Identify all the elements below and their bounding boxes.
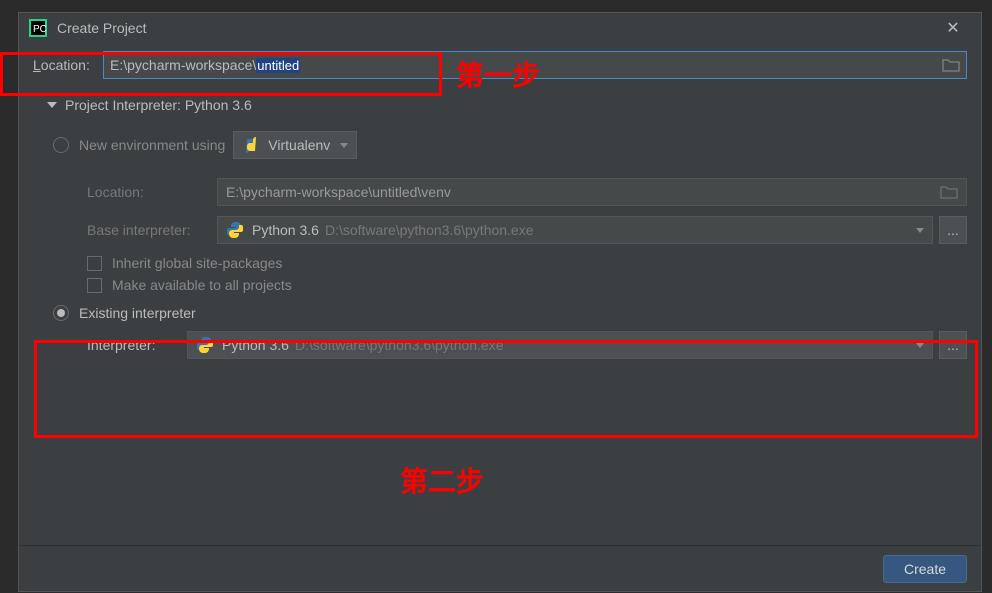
interpreter-section-header[interactable]: Project Interpreter: Python 3.6 bbox=[33, 97, 967, 113]
new-environment-radio-label: New environment using bbox=[79, 137, 225, 153]
base-interpreter-label: Base interpreter: bbox=[87, 222, 217, 238]
pycharm-icon: PC bbox=[27, 17, 49, 39]
virtualenv-dropdown-label: Virtualenv bbox=[268, 137, 330, 153]
create-project-dialog: PC Create Project ✕ Location: E:\pycharm… bbox=[18, 12, 982, 592]
virtualenv-dropdown[interactable]: Virtualenv bbox=[233, 131, 357, 159]
python-icon bbox=[226, 221, 244, 239]
create-button[interactable]: Create bbox=[883, 555, 967, 583]
browse-button[interactable]: ... bbox=[939, 331, 967, 359]
env-location-value: E:\pycharm-workspace\untitled\venv bbox=[226, 184, 451, 200]
interpreter-name: Python 3.6 bbox=[222, 337, 289, 353]
dialog-footer: Create bbox=[19, 545, 981, 591]
titlebar: PC Create Project ✕ bbox=[19, 13, 981, 43]
inherit-checkbox-row[interactable]: Inherit global site-packages bbox=[53, 255, 967, 271]
checkbox-icon bbox=[87, 278, 102, 293]
radio-icon bbox=[53, 305, 69, 321]
svg-text:PC: PC bbox=[33, 24, 47, 35]
location-value-static: E:\pycharm-workspace\ bbox=[110, 57, 256, 73]
existing-interpreter-radio[interactable]: Existing interpreter bbox=[53, 305, 967, 321]
virtualenv-icon bbox=[242, 136, 260, 154]
interpreter-section-label: Project Interpreter: Python 3.6 bbox=[65, 97, 252, 113]
interpreter-path: D:\software\python3.6\python.exe bbox=[295, 337, 504, 353]
env-location-label: Location: bbox=[87, 184, 217, 200]
location-row: Location: E:\pycharm-workspace\untitled bbox=[33, 47, 967, 85]
make-available-checkbox-label: Make available to all projects bbox=[112, 277, 292, 293]
interpreter-select[interactable]: Python 3.6 D:\software\python3.6\python.… bbox=[187, 331, 933, 359]
make-available-checkbox-row[interactable]: Make available to all projects bbox=[53, 277, 967, 293]
base-interpreter-name: Python 3.6 bbox=[252, 222, 319, 238]
location-label: Location: bbox=[33, 57, 103, 73]
close-icon[interactable]: ✕ bbox=[933, 18, 973, 38]
base-interpreter-select: Python 3.6 D:\software\python3.6\python.… bbox=[217, 216, 933, 244]
chevron-down-icon bbox=[916, 343, 924, 348]
location-input[interactable]: E:\pycharm-workspace\untitled bbox=[103, 51, 967, 79]
checkbox-icon bbox=[87, 256, 102, 271]
existing-interpreter-radio-label: Existing interpreter bbox=[79, 305, 196, 321]
new-environment-radio[interactable]: New environment using Virtualenv bbox=[53, 131, 967, 159]
dialog-content: Location: E:\pycharm-workspace\untitled … bbox=[19, 43, 981, 545]
radio-icon bbox=[53, 137, 69, 153]
browse-button[interactable]: ... bbox=[939, 216, 967, 244]
folder-icon[interactable] bbox=[940, 185, 958, 199]
inherit-checkbox-label: Inherit global site-packages bbox=[112, 255, 282, 271]
chevron-down-icon bbox=[340, 143, 348, 148]
folder-icon[interactable] bbox=[942, 58, 960, 72]
interpreter-label: Interpreter: bbox=[87, 337, 187, 353]
chevron-down-icon bbox=[47, 102, 57, 108]
location-value-selection: untitled bbox=[256, 58, 300, 73]
chevron-down-icon bbox=[916, 228, 924, 233]
base-interpreter-path: D:\software\python3.6\python.exe bbox=[325, 222, 534, 238]
env-location-field: E:\pycharm-workspace\untitled\venv bbox=[217, 178, 967, 206]
titlebar-title: Create Project bbox=[57, 20, 933, 36]
python-icon bbox=[196, 336, 214, 354]
